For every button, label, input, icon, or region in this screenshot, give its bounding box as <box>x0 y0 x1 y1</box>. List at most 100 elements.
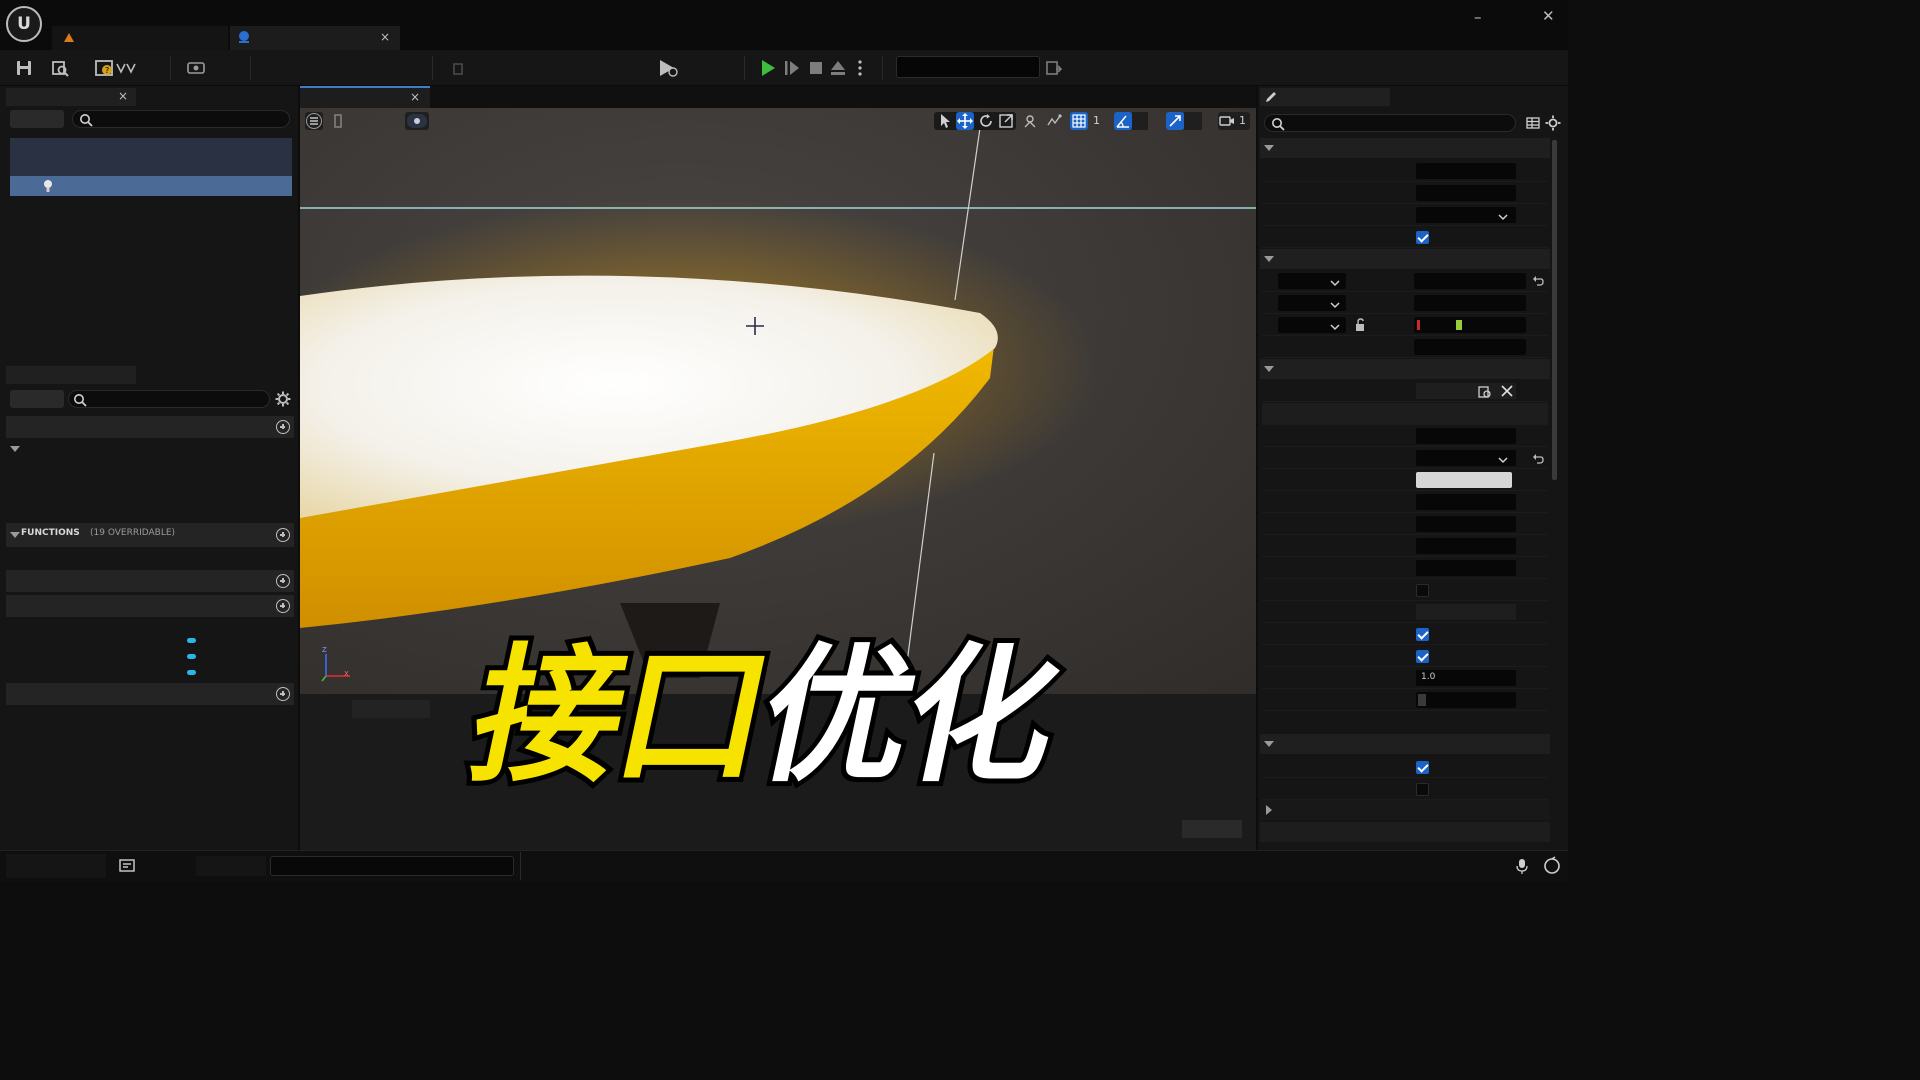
details-checkbox[interactable] <box>1416 628 1429 641</box>
category-variables[interactable] <box>6 595 294 617</box>
settings-gear-icon[interactable] <box>275 391 291 407</box>
details-field[interactable] <box>1414 339 1526 355</box>
component-tree-root[interactable] <box>10 138 292 176</box>
details-section-1[interactable] <box>1260 138 1550 158</box>
details-field-disabled[interactable] <box>1416 604 1516 620</box>
viewport-footer-button[interactable] <box>1182 820 1242 838</box>
play-icon[interactable] <box>758 58 778 78</box>
category-functions[interactable]: FUNCTIONS (19 OVERRIDABLE) <box>6 523 294 547</box>
scale-vector-field[interactable] <box>1414 317 1526 333</box>
viewport-menu-icon[interactable] <box>305 112 323 130</box>
slider-handle[interactable] <box>1418 694 1426 706</box>
rotate-tool-icon[interactable] <box>978 113 994 129</box>
rotation-mode-dropdown[interactable] <box>1278 295 1346 311</box>
world-local-icon[interactable] <box>1022 113 1038 129</box>
unreal-logo[interactable]: U <box>6 6 42 42</box>
scale-snap-value[interactable] <box>1184 112 1202 130</box>
scale-snap-icon[interactable] <box>1166 112 1184 130</box>
details-section-4[interactable] <box>1260 734 1550 754</box>
cmd-dropdown[interactable] <box>196 856 266 876</box>
details-dropdown[interactable] <box>1416 450 1516 466</box>
add-macro-icon[interactable] <box>276 574 290 588</box>
eject-icon[interactable] <box>828 58 848 78</box>
details-dropdown[interactable] <box>1416 207 1516 223</box>
expand-caret-icon[interactable] <box>10 446 20 452</box>
rotation-snap-value[interactable] <box>1132 112 1148 130</box>
add-function-icon[interactable] <box>276 528 290 542</box>
advance-frame-icon[interactable] <box>782 58 802 78</box>
stop-icon[interactable] <box>806 58 826 78</box>
details-settings-icon[interactable] <box>1545 115 1561 131</box>
compile-icon[interactable]: ? <box>95 58 143 78</box>
details-checkbox[interactable] <box>1416 783 1429 796</box>
close-window-button[interactable]: ✕ <box>1542 7 1555 25</box>
my-blueprint-search-input[interactable] <box>68 390 270 408</box>
location-vector-field[interactable] <box>1414 273 1526 289</box>
numeric-input[interactable]: 1.0 <box>1416 670 1516 686</box>
viewport-footer-tab[interactable] <box>352 700 430 718</box>
scale-mode-dropdown[interactable] <box>1278 317 1346 333</box>
category-graphs[interactable] <box>6 416 294 438</box>
grid-snap-value[interactable]: 1 <box>1093 114 1100 127</box>
camera-speed-value[interactable]: 1 <box>1239 114 1246 127</box>
document-tab-2[interactable]: × <box>230 26 400 50</box>
details-search-input[interactable] <box>1264 114 1516 132</box>
light-color-swatch[interactable] <box>1416 472 1512 488</box>
add-component-button[interactable] <box>10 110 64 128</box>
details-field[interactable] <box>1416 163 1516 179</box>
browse-icon[interactable] <box>50 58 70 78</box>
rotation-snap-icon[interactable] <box>1114 112 1132 130</box>
details-field[interactable] <box>1416 185 1516 201</box>
scale-tool-icon[interactable] <box>998 113 1014 129</box>
surface-snap-icon[interactable] <box>1046 113 1062 129</box>
minimize-button[interactable]: – <box>1474 8 1482 26</box>
viewport-tab-close[interactable]: × <box>410 90 420 104</box>
details-tab[interactable] <box>1260 88 1390 106</box>
add-variable-icon[interactable] <box>276 599 290 613</box>
details-field[interactable] <box>1416 494 1516 510</box>
save-icon[interactable] <box>14 58 34 78</box>
document-tab-1[interactable] <box>52 26 228 50</box>
component-tree-item-selected[interactable] <box>10 176 292 196</box>
property-matrix-icon[interactable] <box>1525 115 1541 131</box>
tab-close-button[interactable]: × <box>380 30 390 44</box>
components-search-input[interactable] <box>72 110 290 128</box>
rotation-vector-field[interactable] <box>1414 295 1526 311</box>
clear-asset-icon[interactable] <box>1500 383 1514 402</box>
diff-icon[interactable] <box>186 58 206 78</box>
viewport-scene[interactable]: Z X <box>300 108 1256 694</box>
components-tab[interactable]: × <box>6 88 136 106</box>
viewport-camera-icon[interactable] <box>405 112 429 130</box>
details-scrollbar[interactable] <box>1552 140 1557 480</box>
details-checkbox[interactable] <box>1416 231 1429 244</box>
more-options-icon[interactable] <box>852 58 868 78</box>
browse-asset-icon[interactable] <box>1478 384 1492 403</box>
details-checkbox[interactable] <box>1416 761 1429 774</box>
details-section-6[interactable] <box>1260 822 1550 842</box>
components-tab-close[interactable]: × <box>118 89 128 103</box>
details-section-5[interactable] <box>1260 800 1550 820</box>
viewport-options-icon[interactable] <box>330 112 346 130</box>
details-section-3[interactable] <box>1260 359 1550 379</box>
console-command-input[interactable] <box>270 856 514 876</box>
details-field[interactable] <box>1416 516 1516 532</box>
add-event-dispatcher-icon[interactable] <box>276 687 290 701</box>
category-event-dispatchers[interactable] <box>6 683 294 705</box>
output-log-icon[interactable] <box>118 857 136 879</box>
select-tool-icon[interactable] <box>938 113 952 129</box>
translate-tool-icon[interactable] <box>956 112 974 130</box>
platform-selector[interactable] <box>896 56 1040 78</box>
content-drawer-button[interactable] <box>6 854 106 878</box>
details-field[interactable] <box>1416 428 1516 444</box>
details-checkbox[interactable] <box>1416 650 1429 663</box>
details-slider[interactable] <box>1416 692 1516 708</box>
source-control-icon[interactable] <box>1542 856 1562 880</box>
category-macros[interactable] <box>6 570 294 592</box>
microphone-icon[interactable] <box>1514 857 1530 879</box>
details-checkbox[interactable] <box>1416 584 1429 597</box>
viewport-tab[interactable]: × <box>300 86 430 108</box>
details-section-transform[interactable] <box>1260 249 1550 269</box>
platform-icon[interactable] <box>1044 58 1064 78</box>
add-graph-icon[interactable] <box>276 420 290 434</box>
reset-arrow-icon[interactable] <box>1532 451 1544 470</box>
